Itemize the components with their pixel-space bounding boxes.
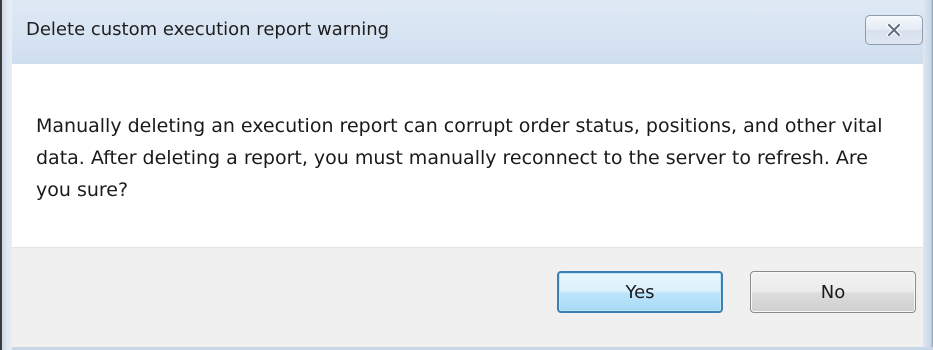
- close-x-icon: [887, 24, 901, 36]
- button-bar: Yes No: [12, 247, 923, 348]
- title-bar[interactable]: Delete custom execution report warning: [12, 0, 923, 64]
- warning-dialog: Delete custom execution report warning M…: [0, 0, 933, 350]
- window-title: Delete custom execution report warning: [26, 19, 390, 40]
- warning-message: Manually deleting an execution report ca…: [36, 115, 883, 201]
- close-button[interactable]: [865, 15, 923, 45]
- yes-button[interactable]: Yes: [557, 271, 723, 313]
- window-left-border: [0, 0, 12, 350]
- dialog-content: Manually deleting an execution report ca…: [12, 64, 923, 247]
- window-right-border: [923, 0, 933, 350]
- no-button[interactable]: No: [750, 271, 916, 313]
